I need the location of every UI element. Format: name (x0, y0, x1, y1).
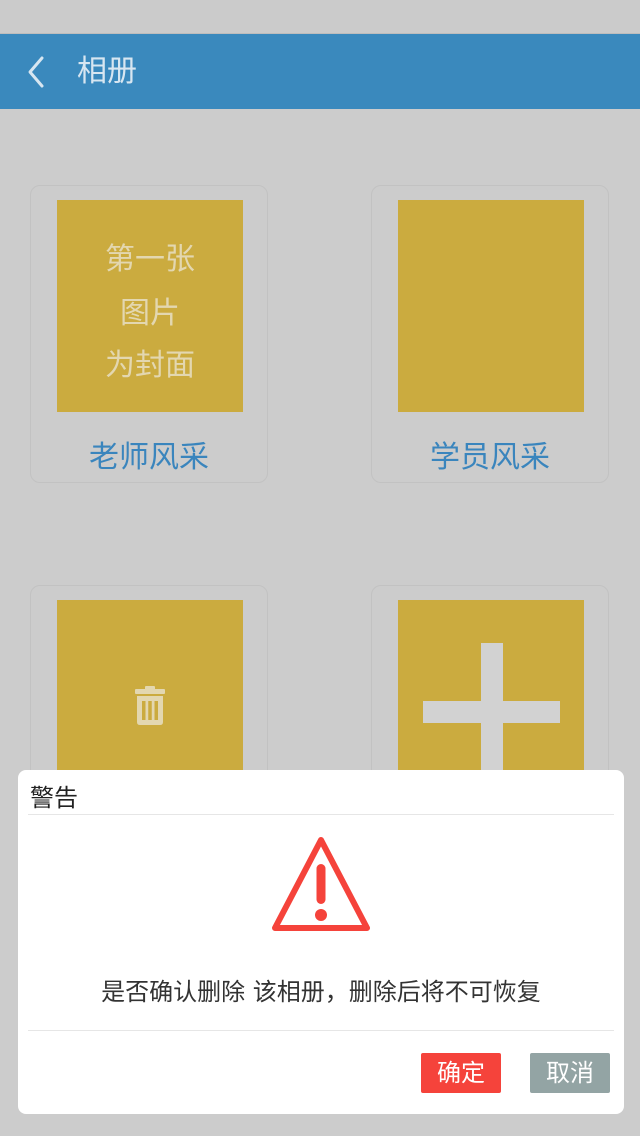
album-card-students[interactable]: 学员风采 (371, 185, 609, 483)
back-button[interactable] (22, 54, 52, 90)
cover-text-line: 图片 (120, 296, 180, 331)
divider (28, 814, 614, 815)
cover-text-line: 第一张 (105, 242, 195, 277)
warning-dialog: 警告 是否确认删除 该相册，删除后将不可恢复 确定 取消 (18, 770, 624, 1114)
cancel-button[interactable]: 取消 (530, 1053, 610, 1093)
confirm-button[interactable]: 确定 (421, 1053, 501, 1093)
app-header: 相册 (0, 34, 640, 109)
page-title: 相册 (77, 54, 137, 89)
chevron-left-icon (28, 56, 44, 88)
dialog-title: 警告 (30, 784, 78, 812)
album-card-teachers[interactable]: 第一张 图片 为封面 老师风采 (30, 185, 268, 483)
warning-triangle-icon (272, 837, 370, 931)
album-cover (398, 200, 584, 412)
cover-text-line: 为封面 (105, 348, 195, 383)
album-cover: 第一张 图片 为封面 (57, 200, 243, 412)
divider (28, 1030, 614, 1031)
trash-icon (135, 686, 165, 725)
album-name: 学员风采 (430, 440, 550, 475)
plus-icon (423, 643, 560, 780)
album-name: 老师风采 (89, 440, 209, 475)
dialog-message: 是否确认删除 该相册，删除后将不可恢复 (101, 978, 541, 1006)
status-bar (0, 0, 640, 34)
